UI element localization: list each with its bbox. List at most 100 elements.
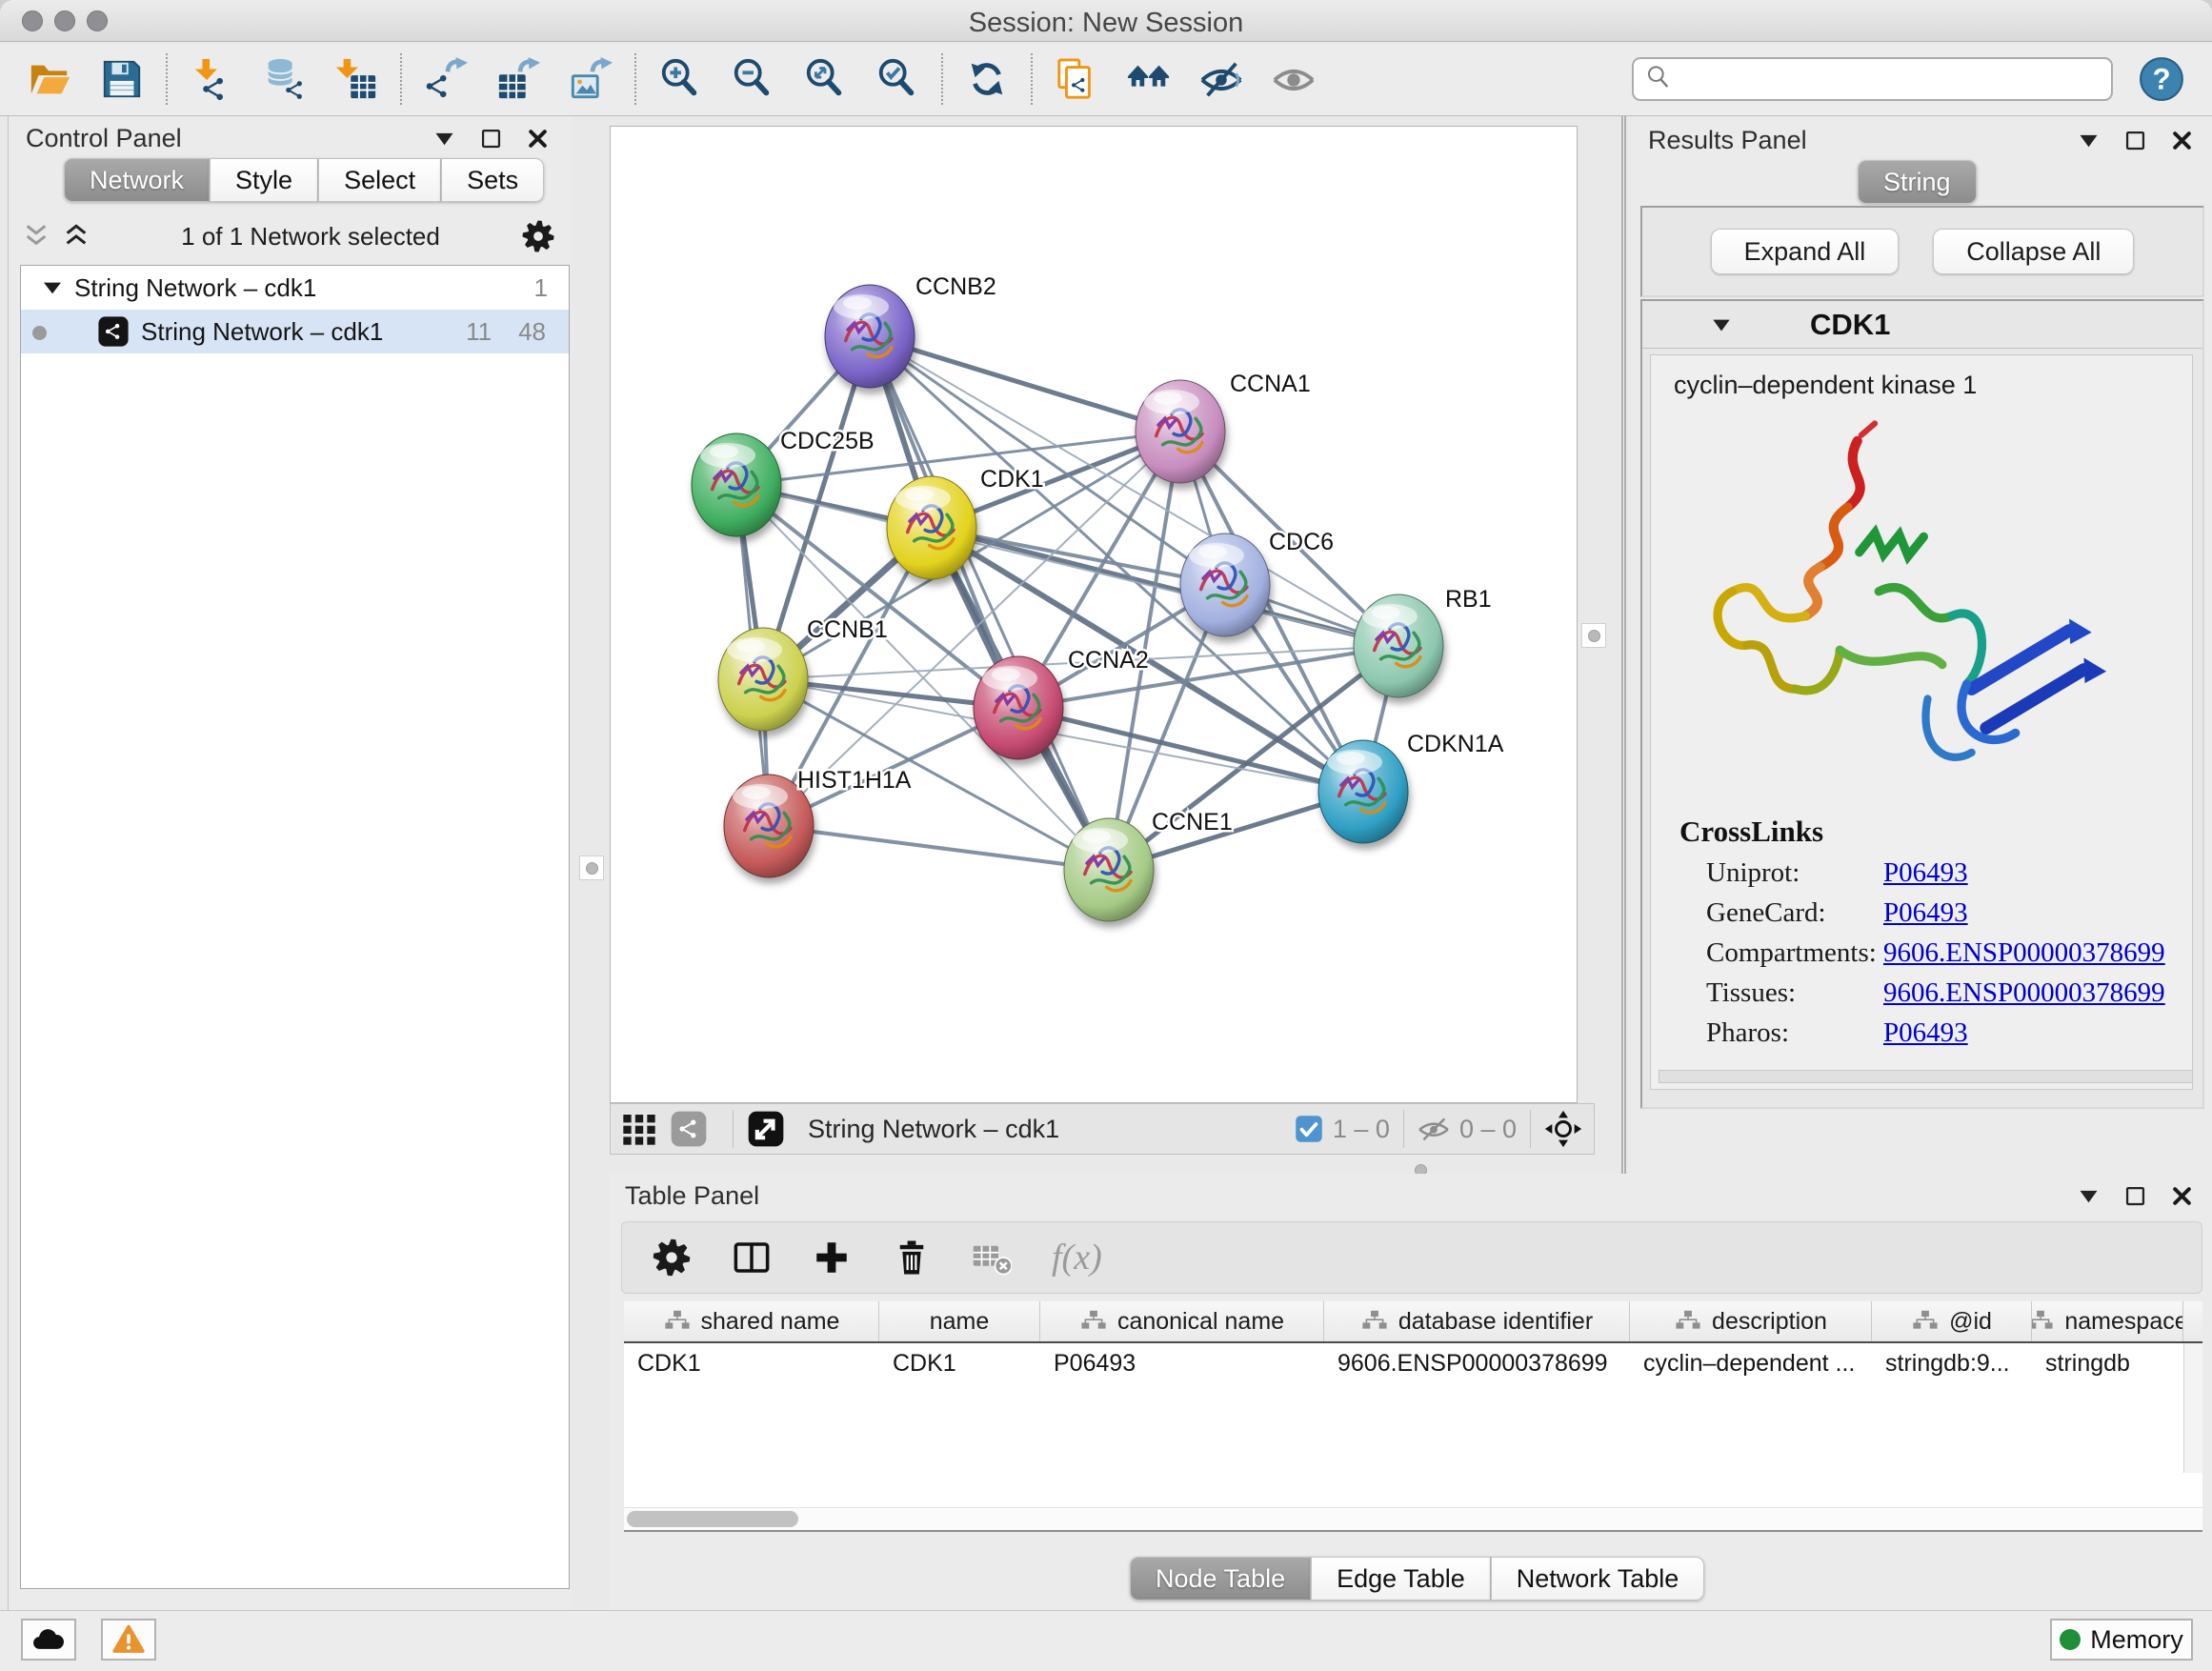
crosslink-link[interactable]: 9606.ENSP00000378699 xyxy=(1883,937,2165,969)
network-canvas[interactable]: CCNB2CCNA1CDC25BCDK1CDC6RB1CCNB1CCNA2CDK… xyxy=(610,126,1578,1103)
column-header-shared-name[interactable]: shared name xyxy=(624,1301,879,1341)
grid-view-icon[interactable] xyxy=(620,1110,658,1148)
column-header-description[interactable]: description xyxy=(1630,1301,1872,1341)
zoom-fit-button[interactable] xyxy=(802,56,848,102)
scrollbar-thumb[interactable] xyxy=(627,1511,798,1527)
results-panel-title: Results Panel xyxy=(1648,126,1807,155)
table-row[interactable]: CDK1CDK1P064939606.ENSP00000378699cyclin… xyxy=(624,1343,2202,1385)
tab-node-table[interactable]: Node Table xyxy=(1130,1557,1311,1601)
homes-button[interactable] xyxy=(1126,56,1172,102)
network-row[interactable]: String Network – cdk1 11 48 xyxy=(21,310,569,353)
crosslinks-list: Uniprot: P06493GeneCard: P06493Compartme… xyxy=(1651,857,2192,1049)
tab-sets[interactable]: Sets xyxy=(441,158,544,202)
network-edge[interactable] xyxy=(1018,708,1363,792)
close-panel-icon[interactable] xyxy=(525,126,551,151)
collection-name: String Network – cdk1 xyxy=(74,273,316,303)
trash-button[interactable] xyxy=(891,1237,933,1278)
warnings-button[interactable] xyxy=(101,1619,156,1661)
table-horizontal-scrollbar[interactable] xyxy=(624,1507,2202,1530)
gene-entry-header[interactable]: CDK1 xyxy=(1642,301,2202,349)
collapse-all-networks-icon[interactable] xyxy=(20,221,52,252)
network-node-CDK1[interactable] xyxy=(887,476,976,579)
expand-all-button[interactable]: Expand All xyxy=(1711,229,1900,274)
plus-button[interactable] xyxy=(811,1237,853,1278)
left-splitter-handle[interactable] xyxy=(579,856,604,880)
close-panel-icon[interactable] xyxy=(2169,1183,2195,1209)
export-image-button[interactable] xyxy=(568,56,613,102)
detach-view-icon[interactable] xyxy=(747,1110,785,1148)
network-edge[interactable] xyxy=(769,826,1109,870)
birds-eye-view-icon[interactable] xyxy=(1544,1110,1582,1148)
network-node-CDC25B[interactable] xyxy=(692,433,781,536)
network-collection-row[interactable]: String Network – cdk1 1 xyxy=(21,266,569,310)
collapse-entry-icon[interactable] xyxy=(1709,312,1734,337)
memory-button[interactable]: Memory xyxy=(2050,1619,2193,1661)
network-overview-icon[interactable] xyxy=(670,1110,708,1148)
columns-button[interactable] xyxy=(731,1237,773,1278)
close-panel-icon[interactable] xyxy=(2169,128,2195,153)
network-node-RB1[interactable] xyxy=(1354,594,1443,697)
crosslink-link[interactable]: P06493 xyxy=(1883,897,1968,929)
network-node-CCNA2[interactable] xyxy=(974,656,1063,759)
refresh-button[interactable] xyxy=(964,56,1010,102)
panel-menu-icon[interactable] xyxy=(2076,128,2101,153)
import-database-button[interactable] xyxy=(261,56,307,102)
float-panel-icon[interactable] xyxy=(2122,1183,2148,1209)
zoom-out-button[interactable] xyxy=(730,56,775,102)
tab-style[interactable]: Style xyxy=(210,158,318,202)
column-header-canonical-name[interactable]: canonical name xyxy=(1040,1301,1324,1341)
crosslink-link[interactable]: 9606.ENSP00000378699 xyxy=(1883,977,2165,1009)
tab-string[interactable]: String xyxy=(1858,160,1977,204)
selected-items-icon[interactable] xyxy=(1295,1115,1323,1143)
tab-network-table[interactable]: Network Table xyxy=(1491,1557,1705,1601)
show-eye-button[interactable] xyxy=(1271,56,1317,102)
entry-scrollbar[interactable] xyxy=(1659,1070,2193,1083)
network-node-CCNE1[interactable] xyxy=(1064,818,1154,921)
import-network-button[interactable] xyxy=(189,56,234,102)
help-button[interactable]: ? xyxy=(2138,55,2185,103)
tab-select[interactable]: Select xyxy=(318,158,441,202)
panel-menu-icon[interactable] xyxy=(432,126,457,151)
export-network-button[interactable] xyxy=(423,56,469,102)
save-button[interactable] xyxy=(99,56,145,102)
cloud-button[interactable] xyxy=(21,1619,76,1661)
column-header-name[interactable]: name xyxy=(879,1301,1040,1341)
zoom-in-button[interactable] xyxy=(657,56,703,102)
network-options-gear-icon[interactable] xyxy=(521,219,555,253)
collapse-all-button[interactable]: Collapse All xyxy=(1933,229,2134,274)
search-icon xyxy=(1643,62,1674,97)
float-panel-icon[interactable] xyxy=(2122,128,2148,153)
right-splitter-handle[interactable] xyxy=(1581,623,1606,648)
column-header-database-identifier[interactable]: database identifier xyxy=(1324,1301,1630,1341)
network-node-CDC6[interactable] xyxy=(1180,534,1270,636)
network-graph[interactable]: CCNB2CCNA1CDC25BCDK1CDC6RB1CCNB1CCNA2CDK… xyxy=(611,127,1579,1104)
current-network-dot-icon xyxy=(32,326,47,340)
export-table-button[interactable] xyxy=(495,56,541,102)
network-node-CCNA1[interactable] xyxy=(1136,380,1225,483)
gear-button[interactable] xyxy=(651,1237,693,1278)
table-cell: CDK1 xyxy=(879,1343,1040,1385)
panel-menu-icon[interactable] xyxy=(2076,1183,2101,1209)
right-panel-divider[interactable] xyxy=(1621,116,1626,1174)
zoom-selected-button[interactable] xyxy=(875,56,920,102)
import-table-button[interactable] xyxy=(333,56,379,102)
column-header--id[interactable]: @id xyxy=(1872,1301,2032,1341)
hide-eye-button[interactable] xyxy=(1198,56,1244,102)
table-vertical-scrollbar[interactable] xyxy=(2183,1343,2202,1473)
tab-network[interactable]: Network xyxy=(64,158,210,202)
column-header-namespace[interactable]: namespace xyxy=(2032,1301,2183,1341)
network-node-CCNB1[interactable] xyxy=(718,628,808,731)
float-panel-icon[interactable] xyxy=(478,126,504,151)
crosslink-link[interactable]: P06493 xyxy=(1883,1017,1968,1049)
tab-edge-table[interactable]: Edge Table xyxy=(1311,1557,1491,1601)
network-edge[interactable] xyxy=(870,336,1180,432)
crosslink-link[interactable]: P06493 xyxy=(1883,857,1968,889)
duplicate-network-button[interactable] xyxy=(1054,56,1099,102)
open-folder-button[interactable] xyxy=(27,56,72,102)
network-node-CCNB2[interactable] xyxy=(825,285,915,388)
expand-all-networks-icon[interactable] xyxy=(60,221,92,252)
search-input[interactable] xyxy=(1674,60,2101,98)
network-node-CDKN1A[interactable] xyxy=(1318,740,1408,843)
search-box[interactable] xyxy=(1632,57,2113,101)
selected-count-badge: 1 – 0 xyxy=(1333,1115,1390,1144)
